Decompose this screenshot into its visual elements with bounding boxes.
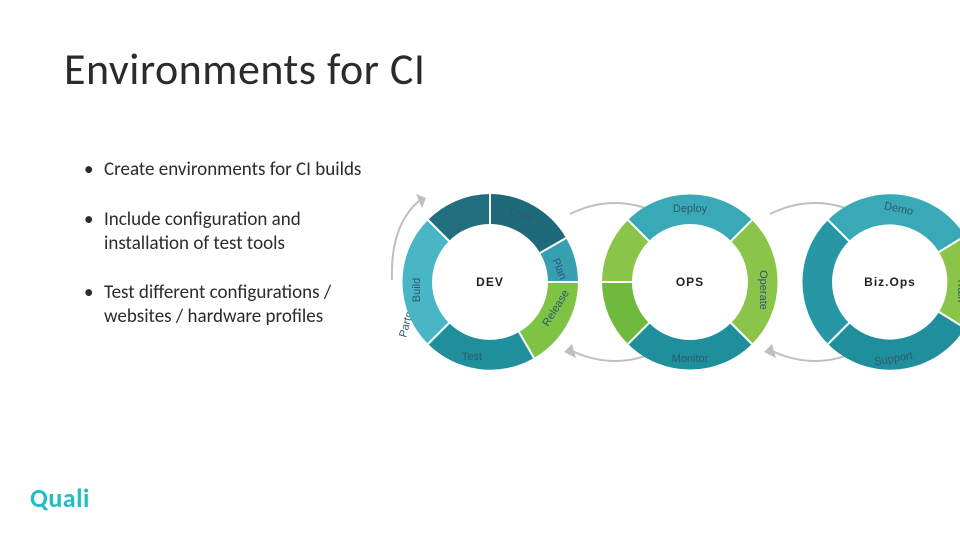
list-item: Test different configurations / websites… — [84, 281, 374, 329]
segment-label: Train — [955, 278, 960, 303]
loop-center-label: Biz.Ops — [864, 275, 916, 289]
bullet-list: Create environments for CI builds Includ… — [84, 158, 374, 355]
segment-label: Operate — [757, 270, 769, 310]
slide-title: Environments for CI — [64, 42, 425, 96]
devops-infinity-diagram: Partners Ecosystem DEV Code — [370, 170, 960, 395]
slide: Environments for CI Create environments … — [0, 0, 960, 540]
loop-ops: OPS Deploy Operate Monitor — [602, 194, 778, 369]
loop-center-label: DEV — [476, 275, 504, 289]
loop-center-label: OPS — [676, 275, 704, 289]
list-item: Include configuration and installation o… — [84, 208, 374, 256]
list-item: Create environments for CI builds — [84, 158, 374, 182]
brand-logo: Quali — [30, 482, 90, 514]
loop-dev: DEV Code Plan Release Test Build — [402, 194, 578, 370]
logo-text: Quali — [30, 482, 90, 514]
segment-label: Build — [411, 278, 423, 302]
segment-label: Test — [462, 351, 482, 363]
segment-label: Monitor — [672, 353, 709, 365]
loop-bizops: Biz.Ops Demo Train Support — [802, 194, 960, 369]
segment-label: Deploy — [673, 203, 708, 215]
